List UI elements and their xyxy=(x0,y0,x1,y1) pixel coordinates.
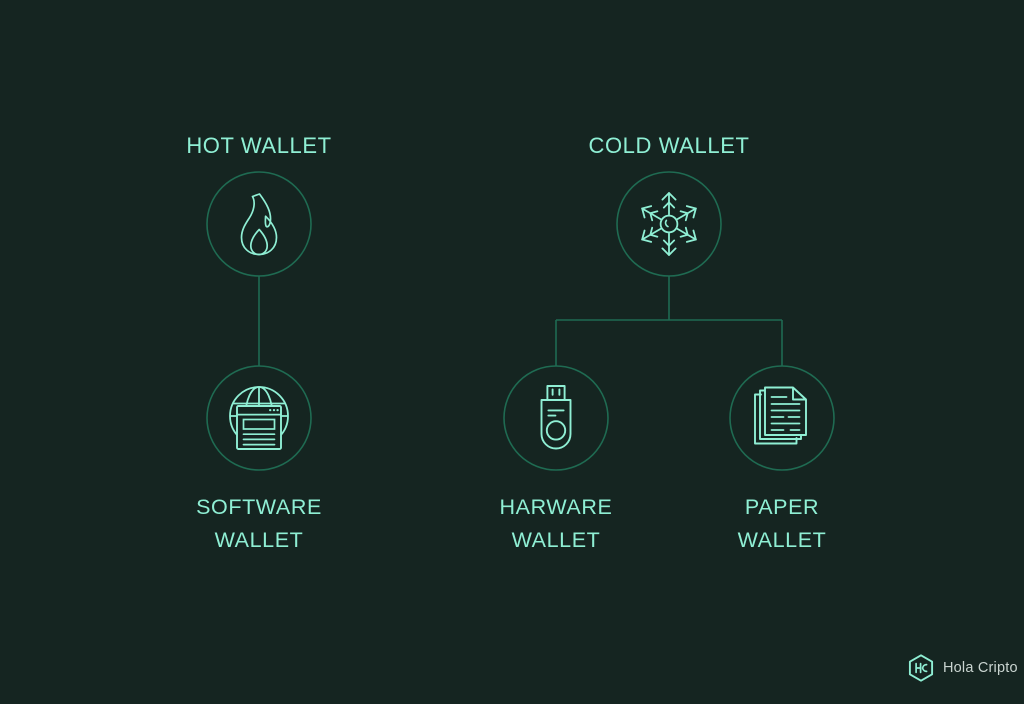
node-software-wallet[interactable] xyxy=(206,365,312,471)
globe-browser-icon xyxy=(229,386,289,450)
cold-wallet-label: COLD WALLET xyxy=(588,133,750,158)
documents-icon xyxy=(754,386,807,445)
paper-wallet-label: PAPER WALLET xyxy=(737,495,827,552)
hardware-wallet-circle xyxy=(503,365,609,471)
software-wallet-label: SOFTWARE WALLET xyxy=(196,495,322,552)
cold-wallet-circle xyxy=(616,171,722,277)
hot-wallet-label: HOT WALLET xyxy=(186,133,332,158)
hardware-wallet-label: HARWARE WALLET xyxy=(499,495,613,552)
node-hardware-wallet[interactable] xyxy=(503,365,609,471)
node-cold-wallet[interactable] xyxy=(616,171,722,277)
hot-wallet-circle xyxy=(206,171,312,277)
node-paper-wallet[interactable] xyxy=(729,365,835,471)
hexagon-hc-logo-icon xyxy=(908,654,934,682)
diagram-canvas: HOT WALLET COLD WALLET SOFTWARE WALLET H… xyxy=(0,0,1024,704)
snowflake-icon xyxy=(639,193,699,255)
brand-logo[interactable]: Hola Cripto xyxy=(908,654,1018,682)
node-hot-wallet[interactable] xyxy=(206,171,312,277)
brand-name: Hola Cripto xyxy=(943,660,1018,676)
usb-drive-icon xyxy=(540,385,572,450)
flame-icon xyxy=(240,193,278,256)
wallet-tree-diagram xyxy=(206,171,835,471)
connector-lines xyxy=(258,276,783,366)
